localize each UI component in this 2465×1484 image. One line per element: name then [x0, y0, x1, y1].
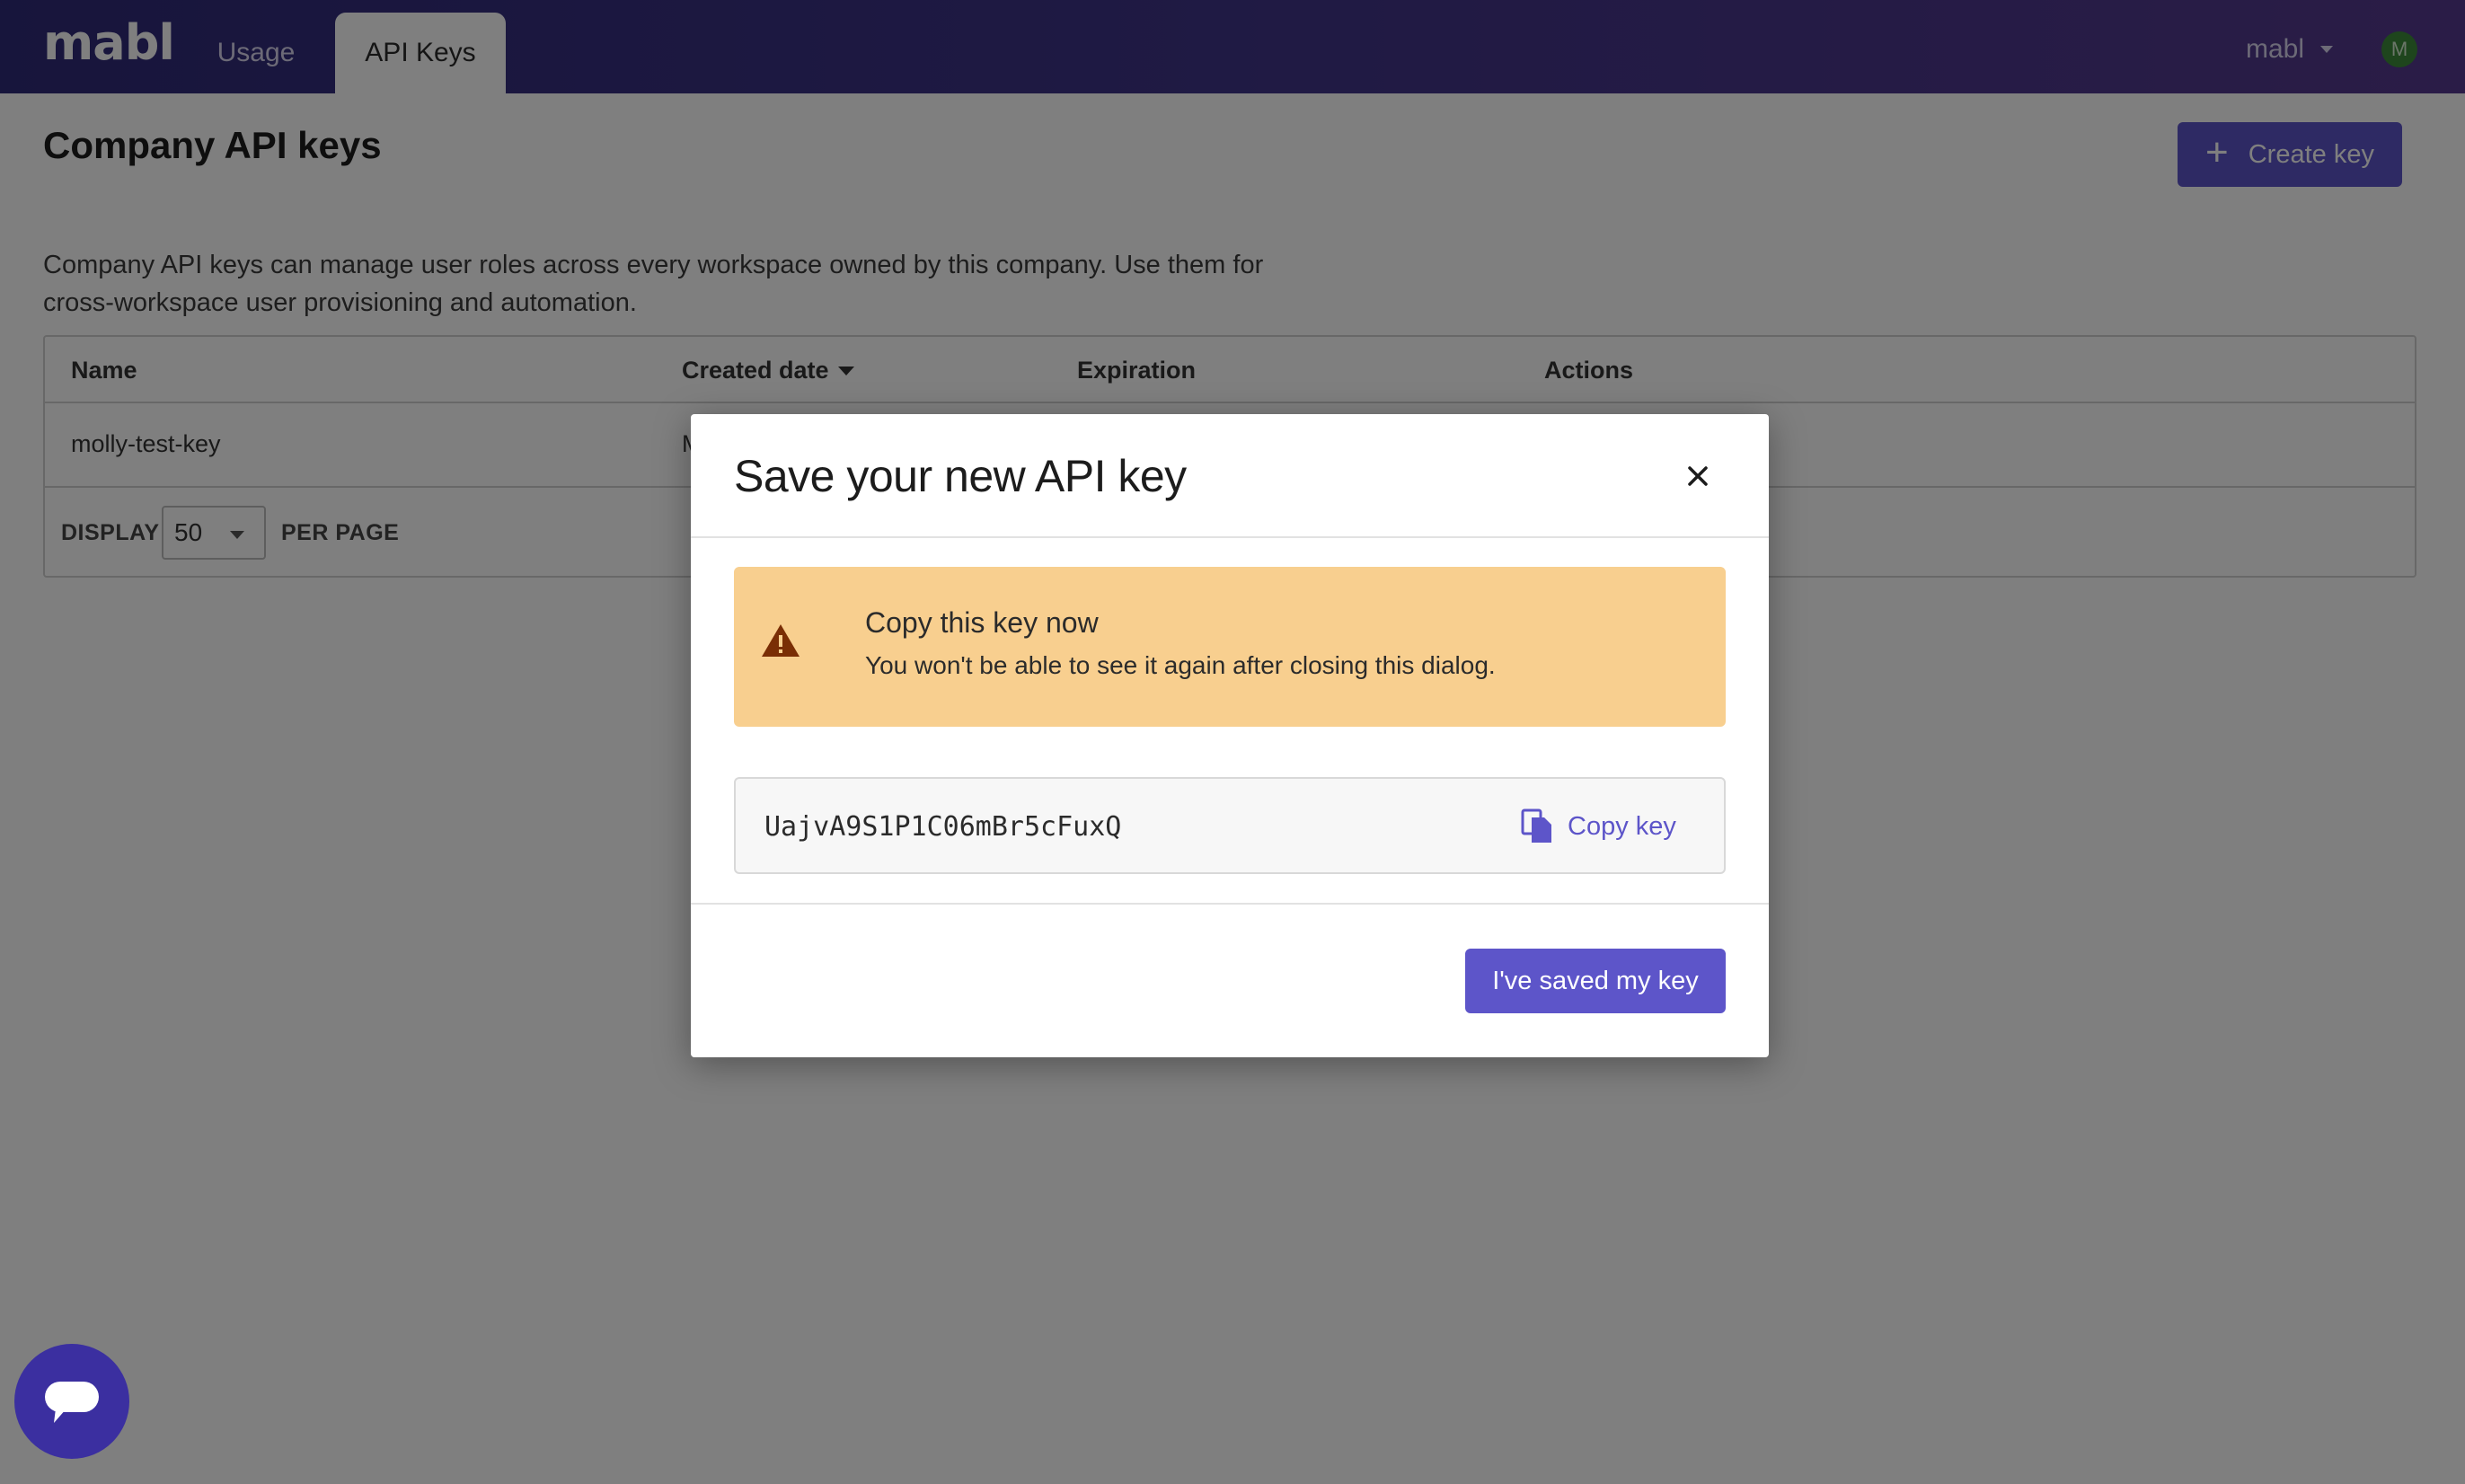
- save-api-key-dialog: Save your new API key Copy this key now …: [691, 414, 1769, 1057]
- copy-key-label: Copy key: [1568, 811, 1676, 841]
- api-key-field: UajvA9S1P1C06mBr5cFuxQ Copy key: [734, 777, 1726, 874]
- alert-message: You won't be able to see it again after …: [865, 651, 1496, 679]
- close-icon[interactable]: [1677, 455, 1718, 497]
- warning-alert: Copy this key now You won't be able to s…: [734, 567, 1726, 727]
- dialog-divider: [691, 903, 1769, 905]
- chat-icon: [45, 1382, 99, 1423]
- dialog-title: Save your new API key: [734, 451, 1187, 501]
- chat-launcher-button[interactable]: [14, 1344, 129, 1459]
- api-key-value[interactable]: UajvA9S1P1C06mBr5cFuxQ: [764, 811, 1121, 843]
- copy-icon: [1521, 808, 1551, 843]
- saved-key-button[interactable]: I've saved my key: [1465, 949, 1726, 1013]
- dialog-header: Save your new API key: [691, 414, 1769, 538]
- alert-title: Copy this key now: [865, 606, 1099, 639]
- copy-key-button[interactable]: Copy key: [1521, 802, 1676, 851]
- warning-icon: [762, 624, 800, 657]
